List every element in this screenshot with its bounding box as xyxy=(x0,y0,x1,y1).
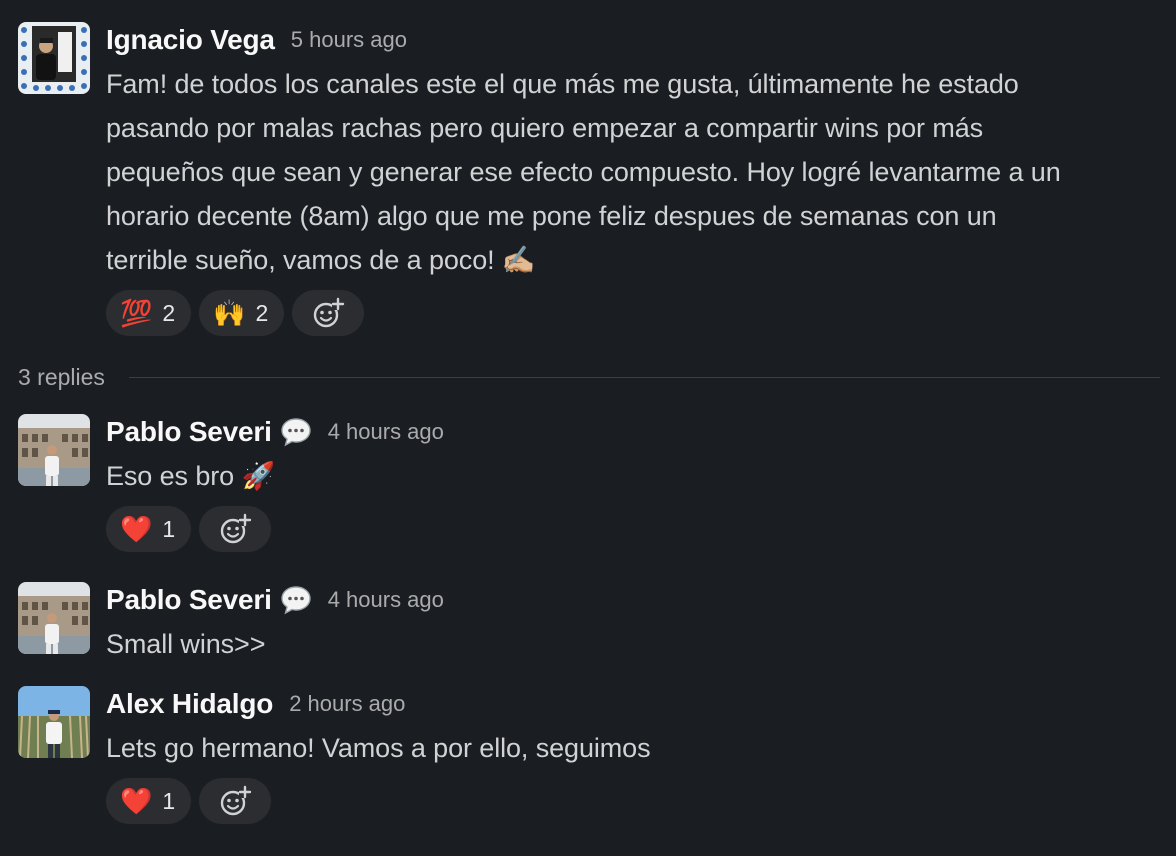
red-heart-icon: ❤️ xyxy=(120,514,153,544)
message-content: Alex Hidalgo 2 hours ago Lets go hermano… xyxy=(106,686,1166,824)
avatar-pablo-image xyxy=(18,582,90,654)
message-content: Pablo Severi 4 hours ago Small wins>> xyxy=(106,582,1166,666)
message-header: Alex Hidalgo 2 hours ago xyxy=(106,686,1166,722)
message-header: Pablo Severi 4 hours ago xyxy=(106,414,1166,450)
avatar[interactable] xyxy=(18,582,90,654)
message-text: Fam! de todos los canales este el que má… xyxy=(106,62,1166,282)
timestamp[interactable]: 2 hours ago xyxy=(289,691,405,717)
message-text: Small wins>> xyxy=(106,629,266,659)
red-heart-icon: ❤️ xyxy=(120,786,153,816)
reaction-count: 1 xyxy=(162,787,176,814)
avatar-alex-image xyxy=(18,686,90,758)
add-reaction-icon xyxy=(220,785,252,816)
timestamp[interactable]: 4 hours ago xyxy=(328,419,444,445)
reaction-count: 2 xyxy=(255,299,269,326)
replies-count-label[interactable]: 3 replies xyxy=(18,364,105,391)
divider-line xyxy=(128,376,1160,378)
reaction-count: 2 xyxy=(162,299,176,326)
reaction-pill-heart[interactable]: ❤️ 1 xyxy=(106,506,192,552)
avatar-pablo-image xyxy=(18,414,90,486)
hundred-points-icon: 💯 xyxy=(120,298,153,328)
message-line: pasando por malas rachas pero quiero emp… xyxy=(106,113,984,143)
avatar[interactable] xyxy=(18,414,90,486)
message-line: pequeños que sean y generar ese efecto c… xyxy=(106,157,1061,187)
speech-bubble-icon xyxy=(280,586,311,615)
add-reaction-button[interactable] xyxy=(199,778,272,824)
message-line: horario decente (8am) algo que me pone f… xyxy=(106,201,997,231)
author-name[interactable]: Pablo Severi xyxy=(106,416,272,448)
avatar[interactable] xyxy=(18,22,90,94)
timestamp[interactable]: 4 hours ago xyxy=(328,587,444,613)
reaction-count: 1 xyxy=(162,515,176,542)
add-reaction-button[interactable] xyxy=(292,290,365,336)
avatar[interactable] xyxy=(18,686,90,758)
message-header: Ignacio Vega 5 hours ago xyxy=(106,22,1166,58)
reaction-pill-raised-hands[interactable]: 🙌 2 xyxy=(199,290,285,336)
speech-bubble-icon xyxy=(280,418,311,447)
add-reaction-icon xyxy=(314,297,345,328)
author-name[interactable]: Alex Hidalgo xyxy=(106,688,273,720)
message-header: Pablo Severi 4 hours ago xyxy=(106,582,1166,618)
reactions-bar: ❤️ 1 xyxy=(106,778,1166,824)
reactions-bar: 💯 2 🙌 2 xyxy=(106,290,1166,336)
replies-divider: 3 replies xyxy=(18,360,1160,394)
add-reaction-button[interactable] xyxy=(199,506,272,552)
author-name[interactable]: Ignacio Vega xyxy=(106,24,275,56)
add-reaction-icon xyxy=(220,513,252,544)
message-content: Pablo Severi 4 hours ago Eso es bro 🚀 ❤️… xyxy=(106,414,1166,552)
avatar-ignacio-image xyxy=(18,22,90,94)
author-name[interactable]: Pablo Severi xyxy=(106,584,272,616)
reaction-pill-hundred[interactable]: 💯 2 xyxy=(106,290,192,336)
timestamp[interactable]: 5 hours ago xyxy=(291,27,407,53)
message-line: Fam! de todos los canales este el que má… xyxy=(106,69,1019,99)
reaction-pill-heart[interactable]: ❤️ 1 xyxy=(106,778,192,824)
reactions-bar: ❤️ 1 xyxy=(106,506,1166,552)
message-line: terrible sueño, vamos de a poco! ✍🏼 xyxy=(106,245,536,275)
message-content: Ignacio Vega 5 hours ago Fam! de todos l… xyxy=(106,22,1166,336)
message-text: Lets go hermano! Vamos a por ello, segui… xyxy=(106,733,651,763)
message-text: Eso es bro 🚀 xyxy=(106,461,275,491)
raised-hands-icon: 🙌 xyxy=(213,298,246,328)
